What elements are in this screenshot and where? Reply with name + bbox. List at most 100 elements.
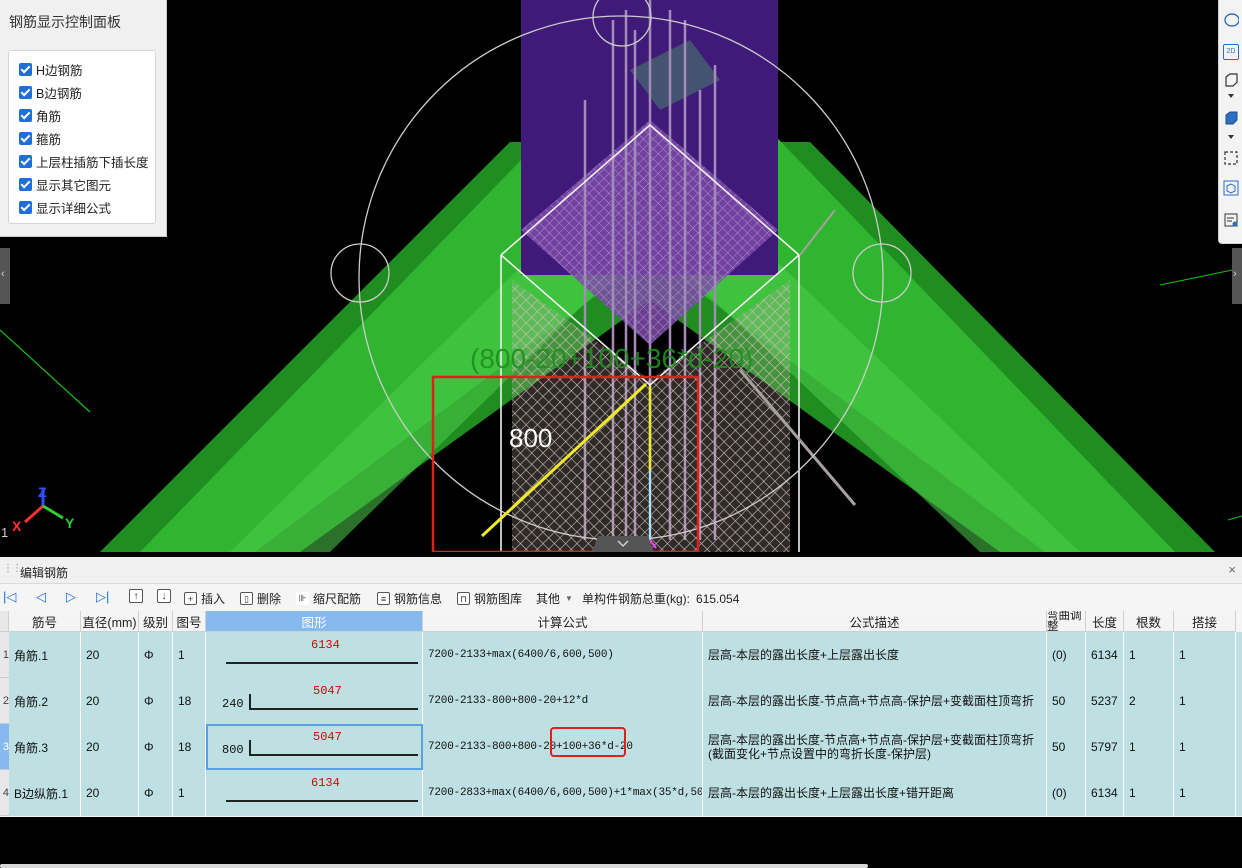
count-cell[interactable]: 2 <box>1124 678 1174 724</box>
rebar-library-button[interactable]: ⊓ 钢筋图库 <box>457 590 522 607</box>
length-cell[interactable]: 5237 <box>1086 678 1124 724</box>
checkbox-show-other-elements[interactable]: 显示其它图元 <box>19 175 111 193</box>
close-icon[interactable]: × <box>1228 562 1236 577</box>
horizontal-scrollbar[interactable] <box>0 864 868 868</box>
diameter-cell[interactable]: 20 <box>81 678 139 724</box>
cube-solid-icon[interactable] <box>1223 110 1239 126</box>
diameter-cell[interactable]: 20 <box>81 724 139 770</box>
checkbox-icon[interactable] <box>19 131 32 145</box>
shape-cell-active[interactable]: 800 5047 <box>206 724 423 770</box>
col-header-bar-no[interactable]: 筋号 <box>9 611 81 632</box>
next-record-icon[interactable]: ▷ <box>66 589 76 605</box>
row-number[interactable]: 2 <box>0 678 9 724</box>
view-2d-icon[interactable]: 2D <box>1223 44 1239 60</box>
other-dropdown[interactable]: 其他 ▼ <box>536 590 573 607</box>
shape-cell[interactable]: 6134 <box>206 632 423 678</box>
checkbox-icon[interactable] <box>19 108 32 122</box>
shape-no-cell[interactable]: 18 <box>173 724 206 770</box>
lap-cell[interactable]: 1 <box>1174 632 1236 678</box>
checkbox-upper-column-insert[interactable]: 上层柱插筋下插长度 <box>19 152 149 170</box>
shape-no-cell[interactable]: 1 <box>173 770 206 816</box>
scale-rebar-button[interactable]: ⊪ 缩尺配筋 <box>296 590 361 607</box>
formula-cell[interactable]: 7200-2833+max(6400/6,600,500)+1*max(35*d… <box>423 770 703 816</box>
length-cell[interactable]: 5797 <box>1086 724 1124 770</box>
grade-cell[interactable]: Φ <box>139 678 173 724</box>
col-header-grade[interactable]: 级别 <box>139 611 173 632</box>
rebar-info-button[interactable]: ≡ 钢筋信息 <box>377 590 442 607</box>
col-header-lap[interactable]: 搭接 <box>1174 611 1236 632</box>
delete-button[interactable]: ▯ 删除 <box>240 590 281 607</box>
col-header-bend-adjust[interactable]: 弯曲调整 <box>1047 611 1086 632</box>
description-cell[interactable]: 层高-本层的露出长度-节点高+节点高-保护层+变截面柱顶弯折 <box>703 678 1047 724</box>
checkbox-icon[interactable] <box>19 85 32 99</box>
prev-record-icon[interactable]: ◁ <box>36 589 46 605</box>
checkbox-h-side-rebar[interactable]: H边钢筋 <box>19 60 83 78</box>
row-number[interactable]: 3 <box>0 724 9 770</box>
insert-button[interactable]: + 插入 <box>184 590 225 607</box>
view-3d-box-icon[interactable] <box>1223 72 1239 88</box>
checkbox-corner-rebar[interactable]: 角筋 <box>19 106 61 124</box>
length-cell[interactable]: 6134 <box>1086 632 1124 678</box>
select-box-icon[interactable] <box>1223 150 1239 166</box>
left-expand-tab[interactable]: ‹ <box>0 248 10 304</box>
last-record-icon[interactable]: ▷| <box>96 589 109 605</box>
checkbox-icon[interactable] <box>19 154 32 168</box>
row-number[interactable]: 4 <box>0 770 9 816</box>
table-row-selected[interactable]: 3 角筋.3 20 Φ 18 800 5047 7200-2133-800+80… <box>0 724 1242 770</box>
grade-cell[interactable]: Φ <box>139 724 173 770</box>
col-header-length[interactable]: 长度 <box>1086 611 1124 632</box>
grade-cell[interactable]: Φ <box>139 632 173 678</box>
3d-viewport[interactable]: Z X Y 1 (800-20+100+36*d-20) 800 ‹ › 钢筋显… <box>0 0 1242 552</box>
checkbox-icon[interactable] <box>19 177 32 191</box>
checkbox-show-detailed-formula[interactable]: 显示详细公式 <box>19 198 111 216</box>
bar-no-cell[interactable]: B边纵筋.1 <box>9 770 81 816</box>
description-cell[interactable]: 层高-本层的露出长度+上层露出长度 <box>703 632 1047 678</box>
count-cell[interactable]: 1 <box>1124 724 1174 770</box>
col-header-shape-no[interactable]: 图号 <box>173 611 206 632</box>
count-cell[interactable]: 1 <box>1124 770 1174 816</box>
cube-outline-icon[interactable] <box>1223 180 1239 196</box>
rebar-3d-scene[interactable]: Z X Y 1 (800-20+100+36*d-20) 800 <box>0 0 1242 552</box>
shape-no-cell[interactable]: 1 <box>173 632 206 678</box>
orbit-icon[interactable] <box>1223 12 1239 28</box>
checkbox-icon[interactable] <box>19 200 32 214</box>
col-header-formula[interactable]: 计算公式 <box>423 611 703 632</box>
description-cell[interactable]: 层高-本层的露出长度-节点高+节点高-保护层+变截面柱顶弯折(截面变化+节点设置… <box>703 724 1047 770</box>
length-cell[interactable]: 6134 <box>1086 770 1124 816</box>
checkbox-stirrup[interactable]: 箍筋 <box>19 129 61 147</box>
bar-no-cell[interactable]: 角筋.3 <box>9 724 81 770</box>
move-up-icon[interactable]: ↑ <box>129 589 143 603</box>
lap-cell[interactable]: 1 <box>1174 724 1236 770</box>
shape-cell[interactable]: 240 5047 <box>206 678 423 724</box>
shape-cell[interactable]: 6134 <box>206 770 423 816</box>
shape-no-cell[interactable]: 18 <box>173 678 206 724</box>
col-header-count[interactable]: 根数 <box>1124 611 1174 632</box>
description-cell[interactable]: 层高-本层的露出长度+上层露出长度+错开距离 <box>703 770 1047 816</box>
col-header-description[interactable]: 公式描述 <box>703 611 1047 632</box>
row-number[interactable]: 1 <box>0 632 9 678</box>
bend-adjust-cell[interactable]: 50 <box>1047 678 1086 724</box>
checkbox-icon[interactable] <box>19 62 32 76</box>
bend-adjust-cell[interactable]: (0) <box>1047 770 1086 816</box>
lap-cell[interactable]: 1 <box>1174 770 1236 816</box>
diameter-cell[interactable]: 20 <box>81 770 139 816</box>
formula-cell[interactable]: 7200-2133-800+800-20+12*d <box>423 678 703 724</box>
bar-no-cell[interactable]: 角筋.2 <box>9 678 81 724</box>
col-header-diameter[interactable]: 直径(mm) <box>81 611 139 632</box>
collapse-panel-tab[interactable] <box>592 536 654 552</box>
col-header-shape[interactable]: 图形 <box>206 611 423 632</box>
drag-grip-icon[interactable]: ⋮⋮ <box>3 563 22 574</box>
list-settings-icon[interactable] <box>1223 212 1239 228</box>
bend-adjust-cell[interactable]: (0) <box>1047 632 1086 678</box>
bend-adjust-cell[interactable]: 50 <box>1047 724 1086 770</box>
checkbox-b-side-rebar[interactable]: B边钢筋 <box>19 83 82 101</box>
grade-cell[interactable]: Φ <box>139 770 173 816</box>
lap-cell[interactable]: 1 <box>1174 678 1236 724</box>
right-expand-tab[interactable]: › <box>1232 248 1242 304</box>
first-record-icon[interactable]: |◁ <box>3 589 16 605</box>
diameter-cell[interactable]: 20 <box>81 632 139 678</box>
table-row[interactable]: 2 角筋.2 20 Φ 18 240 5047 7200-2133-800+80… <box>0 678 1242 724</box>
count-cell[interactable]: 1 <box>1124 632 1174 678</box>
table-row[interactable]: 4 B边纵筋.1 20 Φ 1 6134 7200-2833+max(6400/… <box>0 770 1242 816</box>
formula-cell[interactable]: 7200-2133+max(6400/6,600,500) <box>423 632 703 678</box>
